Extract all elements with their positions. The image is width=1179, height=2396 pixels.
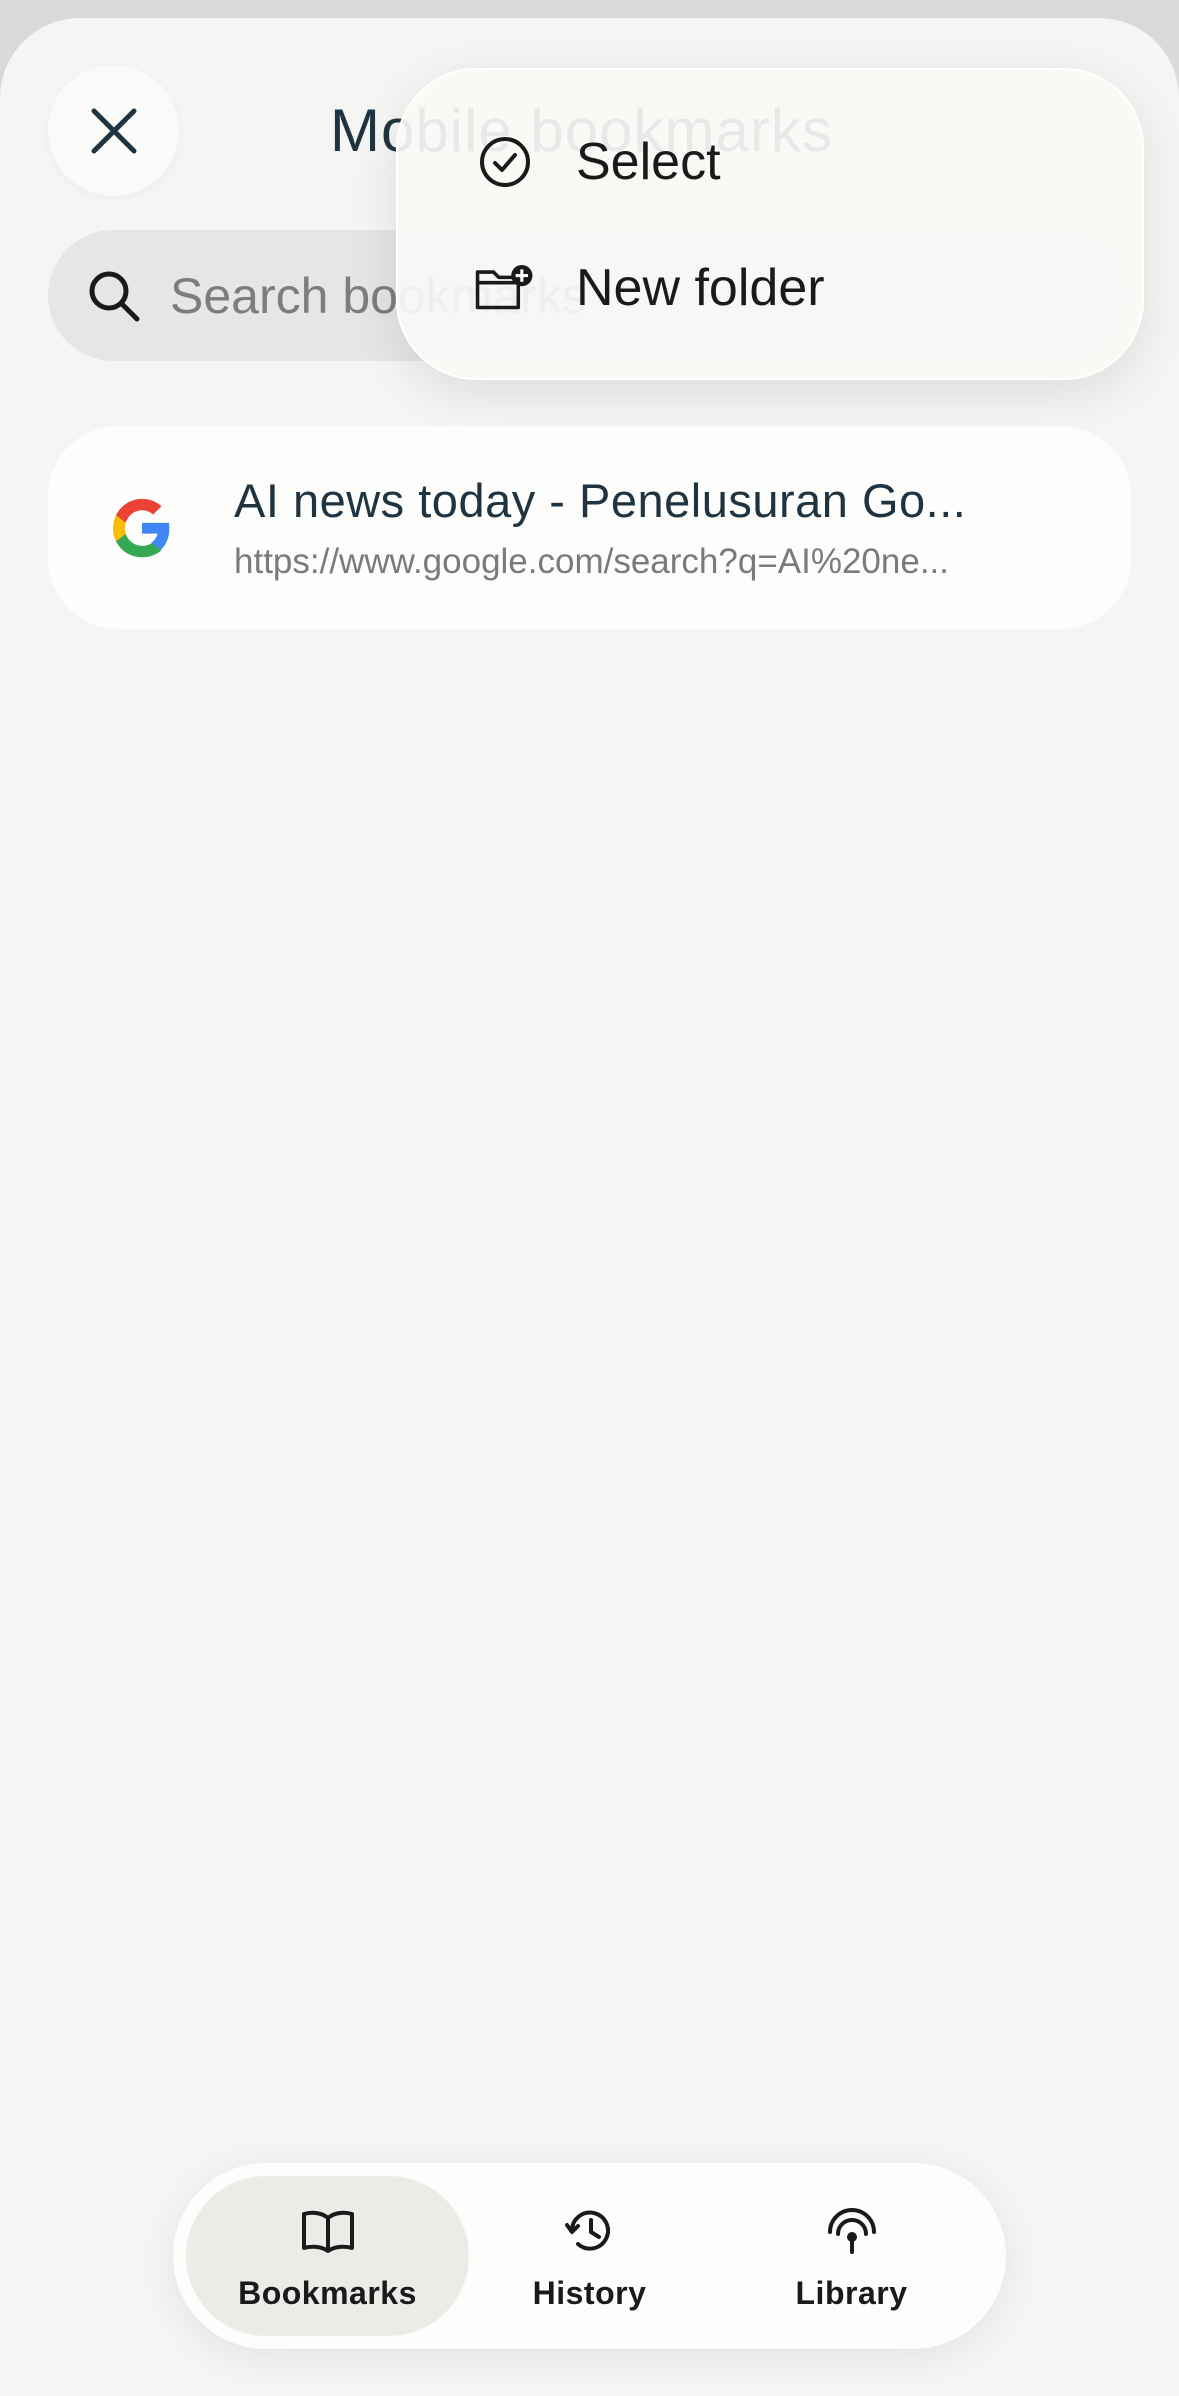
tab-library[interactable]: Library (710, 2176, 993, 2336)
library-icon (822, 2201, 882, 2261)
search-icon (89, 271, 140, 321)
overflow-menu (396, 68, 1144, 380)
google-favicon (92, 478, 192, 578)
menu-item-select[interactable]: Select (474, 122, 721, 202)
close-button[interactable] (48, 65, 179, 196)
menu-item-label: New folder (576, 259, 825, 317)
close-icon (91, 108, 136, 153)
check-circle-icon (474, 131, 536, 193)
new-folder-icon (474, 257, 536, 319)
history-icon (560, 2201, 620, 2261)
bookmark-url: https://www.google.com/search?q=AI%20ne.… (234, 542, 949, 581)
tab-bookmarks[interactable]: Bookmarks (186, 2176, 469, 2336)
tab-label: Bookmarks (238, 2274, 417, 2311)
bookmark-item[interactable]: AI news today - Penelusuran Go... https:… (48, 426, 1131, 629)
menu-item-label: Select (576, 133, 721, 191)
tab-label: History (532, 2274, 647, 2311)
bottom-nav: Bookmarks History Library (173, 2163, 1006, 2349)
bookmarks-sheet: Mobile bookmarks AI news today - Penelus… (0, 18, 1179, 2396)
tab-history[interactable]: History (448, 2176, 731, 2336)
menu-item-new-folder[interactable]: New folder (474, 248, 825, 328)
bookmark-title: AI news today - Penelusuran Go... (234, 474, 967, 527)
tab-label: Library (795, 2274, 908, 2311)
book-icon (298, 2201, 358, 2261)
